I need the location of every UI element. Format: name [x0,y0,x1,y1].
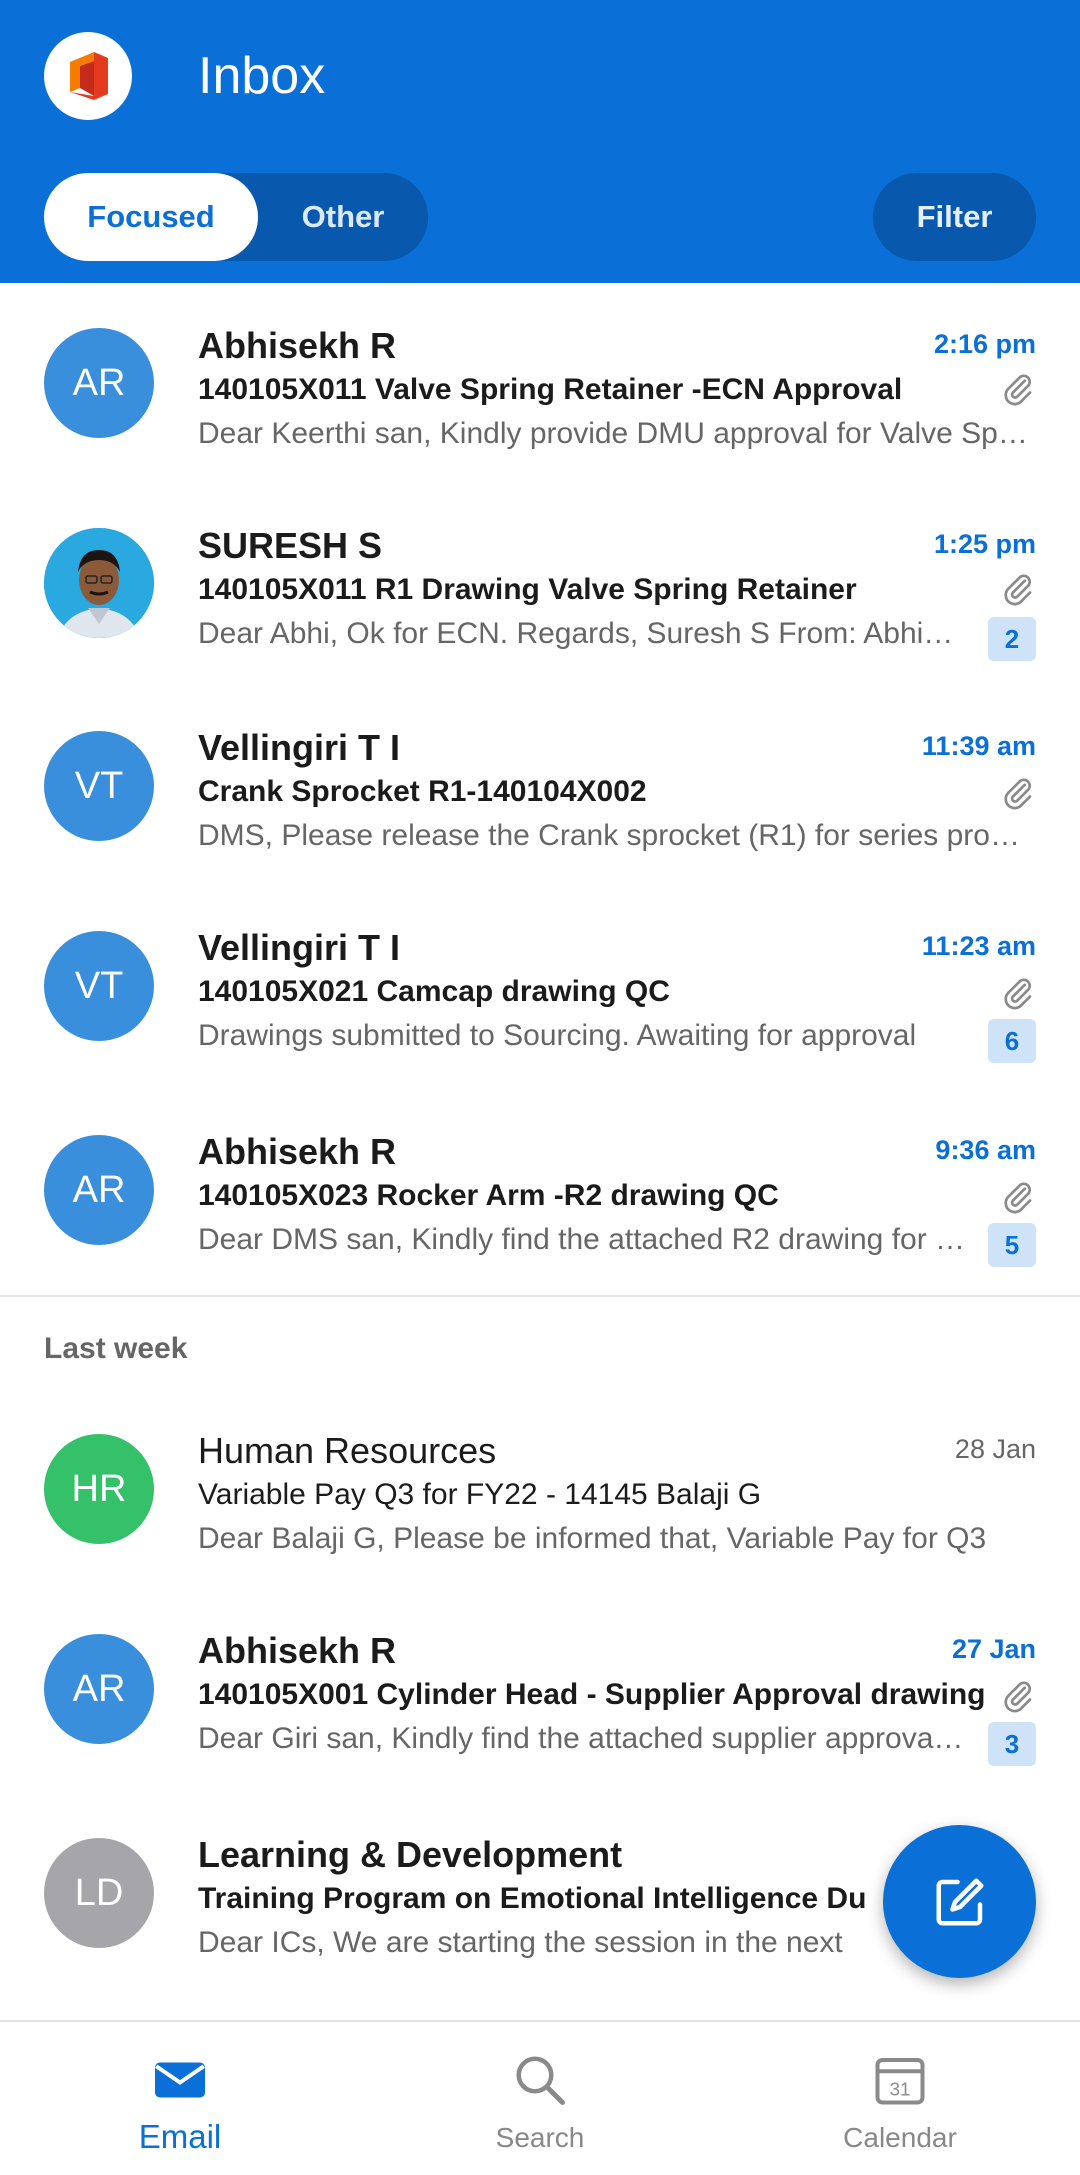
thread-count-badge: 3 [988,1722,1036,1766]
message-subject: Crank Sprocket R1-140104X002 [198,775,647,808]
person-photo-icon [44,528,154,638]
office-icon [70,52,108,100]
nav-search[interactable]: Search [440,2022,640,2175]
message-time: 1:25 pm [933,529,1036,559]
message-sender: Vellingiri T I [198,927,401,968]
avatar: AR [44,1135,154,1245]
message-preview: Dear Keerthi san, Kindly provide DMU app… [198,417,1028,450]
avatar: LD [44,1838,154,1948]
nav-calendar-label: Calendar [843,2122,957,2153]
message-sender: Human Resources [198,1430,497,1471]
message-sender: Abhisekh R [198,325,397,366]
attachment-icon [1004,778,1032,810]
bottom-navigation: Email Search 31 Calendar [0,2020,1080,2175]
tab-other[interactable]: Other [258,173,428,261]
nav-search-label: Search [495,2122,585,2153]
message-row[interactable]: HR Human Resources 28 Jan Variable Pay Q… [0,1390,1080,1590]
message-row[interactable]: AR Abhisekh R 27 Jan 140105X001 Cylinder… [0,1590,1080,1790]
avatar: VT [44,931,154,1041]
avatar: VT [44,731,154,841]
message-sender: Abhisekh R [198,1131,397,1172]
message-preview: Dear DMS san, Kindly find the attached R… [198,1223,968,1256]
message-row[interactable]: AR Abhisekh R 9:36 am 140105X023 Rocker … [0,1091,1080,1291]
message-time: 9:36 am [935,1135,1036,1165]
message-preview: Dear Giri san, Kindly find the attached … [198,1722,968,1755]
nav-calendar[interactable]: 31 Calendar [800,2022,1000,2175]
message-sender: Abhisekh R [198,1630,397,1671]
compose-icon [936,1878,983,1925]
message-subject: 140105X011 R1 Drawing Valve Spring Retai… [198,573,857,606]
calendar-icon: 31 [875,2058,925,2105]
attachment-icon [1004,574,1032,606]
mail-icon [155,2062,205,2098]
attachment-icon [1004,978,1032,1010]
thread-count-badge: 6 [988,1019,1036,1063]
message-preview: Drawings submitted to Sourcing. Awaiting… [198,1019,917,1052]
message-sender: Vellingiri T I [198,727,401,768]
nav-email[interactable]: Email [80,2022,280,2175]
message-row[interactable]: VT Vellingiri T I 11:23 am 140105X021 Ca… [0,887,1080,1087]
message-row[interactable]: VT Vellingiri T I 11:39 am Crank Sprocke… [0,687,1080,887]
message-preview: Dear Balaji G, Please be informed that, … [198,1522,987,1555]
page-title: Inbox [198,47,326,105]
avatar [44,528,154,638]
app-header: Inbox Focused Other Filter [0,0,1080,283]
message-time: 2:16 pm [933,329,1036,359]
message-preview: DMS, Please release the Crank sprocket (… [198,819,1028,852]
message-time: 11:23 am [921,931,1036,961]
compose-button[interactable] [883,1825,1036,1978]
message-subject: 140105X023 Rocker Arm -R2 drawing QC [198,1179,779,1212]
section-label: Last week [44,1332,188,1365]
message-time: 27 Jan [951,1634,1036,1664]
message-preview: Dear ICs, We are starting the session in… [198,1926,843,1959]
message-subject: 140105X011 Valve Spring Retainer -ECN Ap… [198,373,903,406]
attachment-icon [1004,1182,1032,1214]
thread-count-badge: 2 [988,617,1036,661]
message-subject: Training Program on Emotional Intelligen… [198,1882,867,1915]
message-subject: 140105X001 Cylinder Head - Supplier Appr… [198,1678,986,1711]
message-sender: SURESH S [198,525,383,566]
message-sender: Learning & Development [198,1834,623,1875]
message-time: 11:39 am [921,731,1036,761]
filter-button[interactable]: Filter [873,173,1036,261]
search-icon [516,2056,565,2105]
section-divider [0,1295,1080,1297]
message-time: 28 Jan [954,1434,1036,1464]
tab-focused[interactable]: Focused [44,173,258,261]
attachment-icon [1004,1681,1032,1713]
nav-email-label: Email [138,2118,222,2155]
thread-count-badge: 5 [988,1223,1036,1267]
message-subject: 140105X021 Camcap drawing QC [198,975,670,1008]
message-subject: Variable Pay Q3 for FY22 - 14145 Balaji … [198,1478,762,1511]
message-row[interactable]: AR Abhisekh R 2:16 pm 140105X011 Valve S… [0,283,1080,483]
office-logo[interactable] [44,32,132,120]
message-preview: Dear Abhi, Ok for ECN. Regards, Suresh S… [198,617,968,650]
calendar-day: 31 [890,2079,911,2100]
avatar: AR [44,328,154,438]
avatar: HR [44,1434,154,1544]
avatar: AR [44,1634,154,1744]
message-row[interactable]: SURESH S 1:25 pm 140105X011 R1 Drawing V… [0,483,1080,683]
inbox-tabs: Focused Other [44,173,428,261]
attachment-icon [1004,374,1032,406]
